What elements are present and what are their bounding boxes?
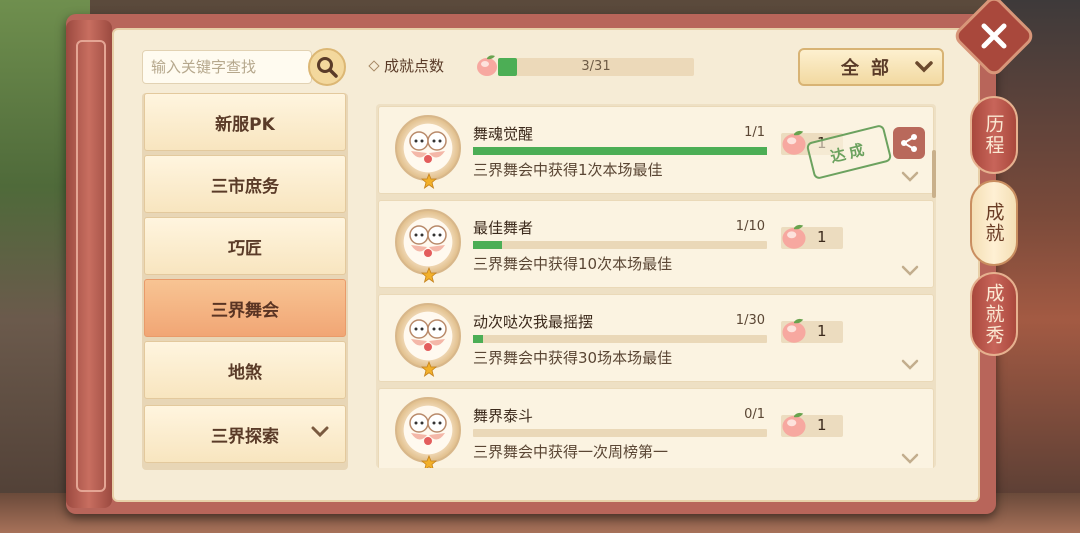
search-button[interactable] [308, 48, 346, 86]
achievement-avatar [395, 115, 461, 181]
achievement-progress-bar [473, 241, 767, 249]
chevron-down-icon[interactable] [901, 359, 919, 371]
dancer-icon [409, 413, 447, 445]
stamp-label: 达成 [828, 139, 870, 166]
tab-label: 历程 [982, 114, 1005, 156]
achievement-description: 三界舞会中获得10次本场最佳 [473, 255, 673, 273]
achievement-row[interactable]: 舞魂觉醒 1/1 三界舞会中获得1次本场最佳 1 达成 [378, 106, 934, 194]
reward-value: 1 [817, 228, 827, 246]
tab-label: 成就 [982, 202, 1005, 244]
category-item[interactable]: 地煞 [144, 341, 346, 399]
achievement-list[interactable]: 舞魂觉醒 1/1 三界舞会中获得1次本场最佳 1 达成 [376, 104, 936, 468]
achievement-progress-bar [473, 335, 767, 343]
filter-label: 全部 [841, 58, 901, 79]
achievement-count: 1/1 [744, 125, 765, 140]
peach-icon [782, 412, 806, 437]
achievement-description: 三界舞会中获得一次周榜第一 [473, 443, 669, 461]
category-label: 巧匠 [228, 238, 262, 259]
achievement-progress-bar [473, 429, 767, 437]
share-icon [901, 134, 917, 152]
achievement-count: 1/30 [735, 313, 765, 328]
category-label: 三界舞会 [211, 300, 279, 321]
achievement-row[interactable]: 舞界泰斗 0/1 三界舞会中获得一次周榜第一 1 [378, 388, 934, 468]
tab-achievement-show[interactable]: 成就秀 [970, 272, 1018, 356]
category-label: 三市庶务 [211, 176, 279, 197]
achievement-avatar [395, 303, 461, 369]
star-icon [421, 173, 437, 189]
category-item[interactable]: 三界探索 [144, 405, 346, 463]
achievement-title: 动次哒次我最摇摆 [473, 313, 594, 331]
share-button[interactable] [893, 127, 925, 159]
achievement-title: 舞界泰斗 [473, 407, 534, 425]
category-item[interactable]: 新服PK [144, 93, 346, 151]
achievement-description: 三界舞会中获得1次本场最佳 [473, 161, 663, 179]
achievement-avatar [395, 397, 461, 463]
category-label: 三界探索 [211, 426, 279, 447]
points-label-group: 成就点数 [368, 55, 445, 76]
dancer-icon [409, 131, 447, 163]
achievement-count: 1/10 [735, 219, 765, 234]
achievement-avatar [395, 209, 461, 275]
achievement-progress-fill [473, 335, 483, 343]
tab-label: 成就秀 [982, 282, 1005, 346]
reward-value: 1 [817, 416, 827, 434]
category-label: 地煞 [228, 362, 262, 383]
achievement-description: 三界舞会中获得30场本场最佳 [473, 349, 673, 367]
close-icon[interactable] [978, 20, 1010, 52]
achievement-title: 舞魂觉醒 [473, 125, 534, 143]
achievement-progress-bar [473, 147, 767, 155]
chevron-down-icon[interactable] [901, 171, 919, 183]
peach-icon [477, 55, 497, 76]
category-list: 新服PK 三市庶务 巧匠 三界舞会 地煞 三界探索 [142, 93, 348, 470]
achievement-row[interactable]: 最佳舞者 1/10 三界舞会中获得10次本场最佳 1 [378, 200, 934, 288]
category-label: 新服PK [215, 114, 275, 135]
points-label: 成就点数 [384, 57, 445, 75]
achievement-progress-fill [473, 241, 503, 249]
achievement-count: 0/1 [744, 407, 765, 422]
star-icon [421, 267, 437, 283]
peach-icon [782, 224, 806, 249]
chevron-down-icon[interactable] [901, 453, 919, 465]
category-item[interactable]: 三市庶务 [144, 155, 346, 213]
diamond-icon [368, 59, 380, 72]
category-item-active[interactable]: 三界舞会 [144, 279, 346, 337]
tab-achievements[interactable]: 成就 [970, 180, 1018, 266]
star-icon [421, 455, 437, 468]
dancer-icon [409, 319, 447, 351]
star-icon [421, 361, 437, 377]
search-icon [317, 57, 338, 78]
chevron-down-icon [915, 61, 933, 73]
frame-pillar [66, 20, 112, 508]
scrollbar[interactable] [932, 150, 936, 198]
achievement-progress-fill [473, 147, 767, 155]
chevron-down-icon [311, 426, 329, 438]
points-value: 3/31 [581, 59, 611, 74]
filter-dropdown[interactable]: 全部 [798, 48, 944, 86]
peach-icon [782, 130, 806, 155]
peach-icon [782, 318, 806, 343]
category-item[interactable]: 巧匠 [144, 217, 346, 275]
search-input[interactable]: 输入关键字查找 [142, 50, 312, 84]
search-bar: 输入关键字查找 [142, 48, 348, 86]
chevron-down-icon[interactable] [901, 265, 919, 277]
tab-history[interactable]: 历程 [970, 96, 1018, 174]
category-panel: 输入关键字查找 新服PK 三市庶务 巧匠 三界舞会 地煞 三界探索 [142, 46, 354, 470]
background-scene-right [990, 0, 1080, 533]
reward-value: 1 [817, 322, 827, 340]
dancer-icon [409, 225, 447, 257]
achievement-title: 最佳舞者 [473, 219, 534, 237]
achievement-row[interactable]: 动次哒次我最摇摆 1/30 三界舞会中获得30场本场最佳 1 [378, 294, 934, 382]
